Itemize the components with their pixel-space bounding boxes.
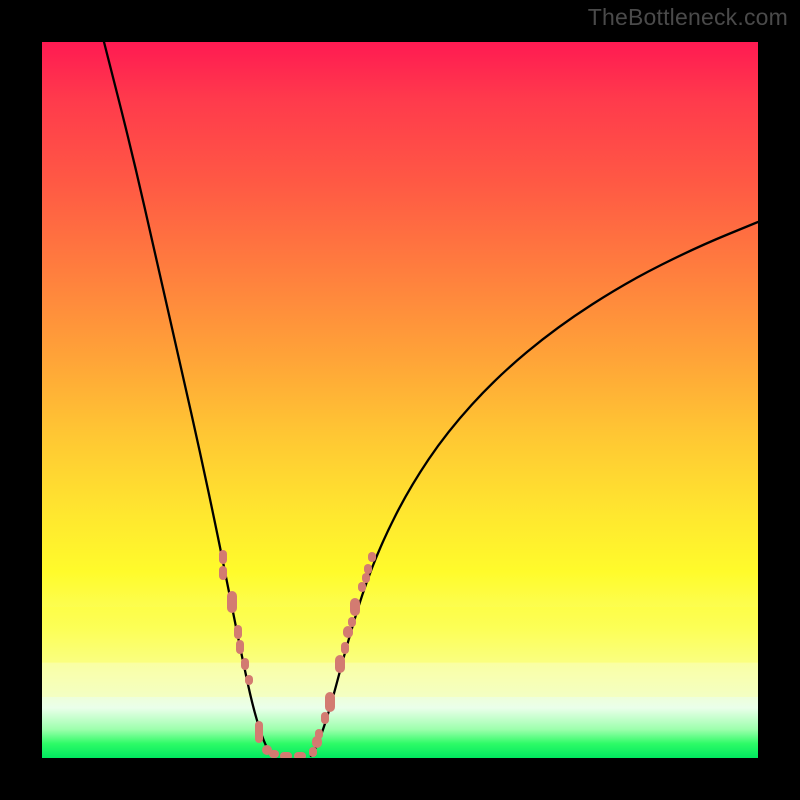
data-marker	[364, 564, 372, 574]
data-marker	[362, 573, 370, 583]
data-marker	[269, 750, 279, 758]
data-marker	[255, 721, 263, 743]
data-marker	[234, 625, 242, 639]
chart-frame: TheBottleneck.com	[0, 0, 800, 800]
watermark-text: TheBottleneck.com	[588, 4, 788, 31]
data-marker	[348, 617, 356, 627]
data-marker	[335, 655, 345, 673]
curves-layer	[42, 42, 758, 758]
data-marker	[368, 552, 376, 562]
data-marker	[219, 566, 227, 580]
data-marker	[358, 582, 366, 592]
left-curve	[104, 42, 274, 756]
data-marker	[227, 591, 237, 613]
data-marker	[343, 626, 353, 638]
plot-area	[42, 42, 758, 758]
data-marker	[294, 752, 306, 758]
data-marker	[321, 712, 329, 724]
data-marker	[341, 642, 349, 654]
data-marker	[350, 598, 360, 616]
data-marker	[309, 747, 317, 757]
data-marker	[236, 640, 244, 654]
data-marker	[325, 692, 335, 712]
data-marker	[219, 550, 227, 564]
data-marker	[241, 658, 249, 670]
data-marker	[315, 729, 323, 739]
data-marker	[280, 752, 292, 758]
right-curve	[311, 222, 758, 756]
data-marker	[245, 675, 253, 685]
